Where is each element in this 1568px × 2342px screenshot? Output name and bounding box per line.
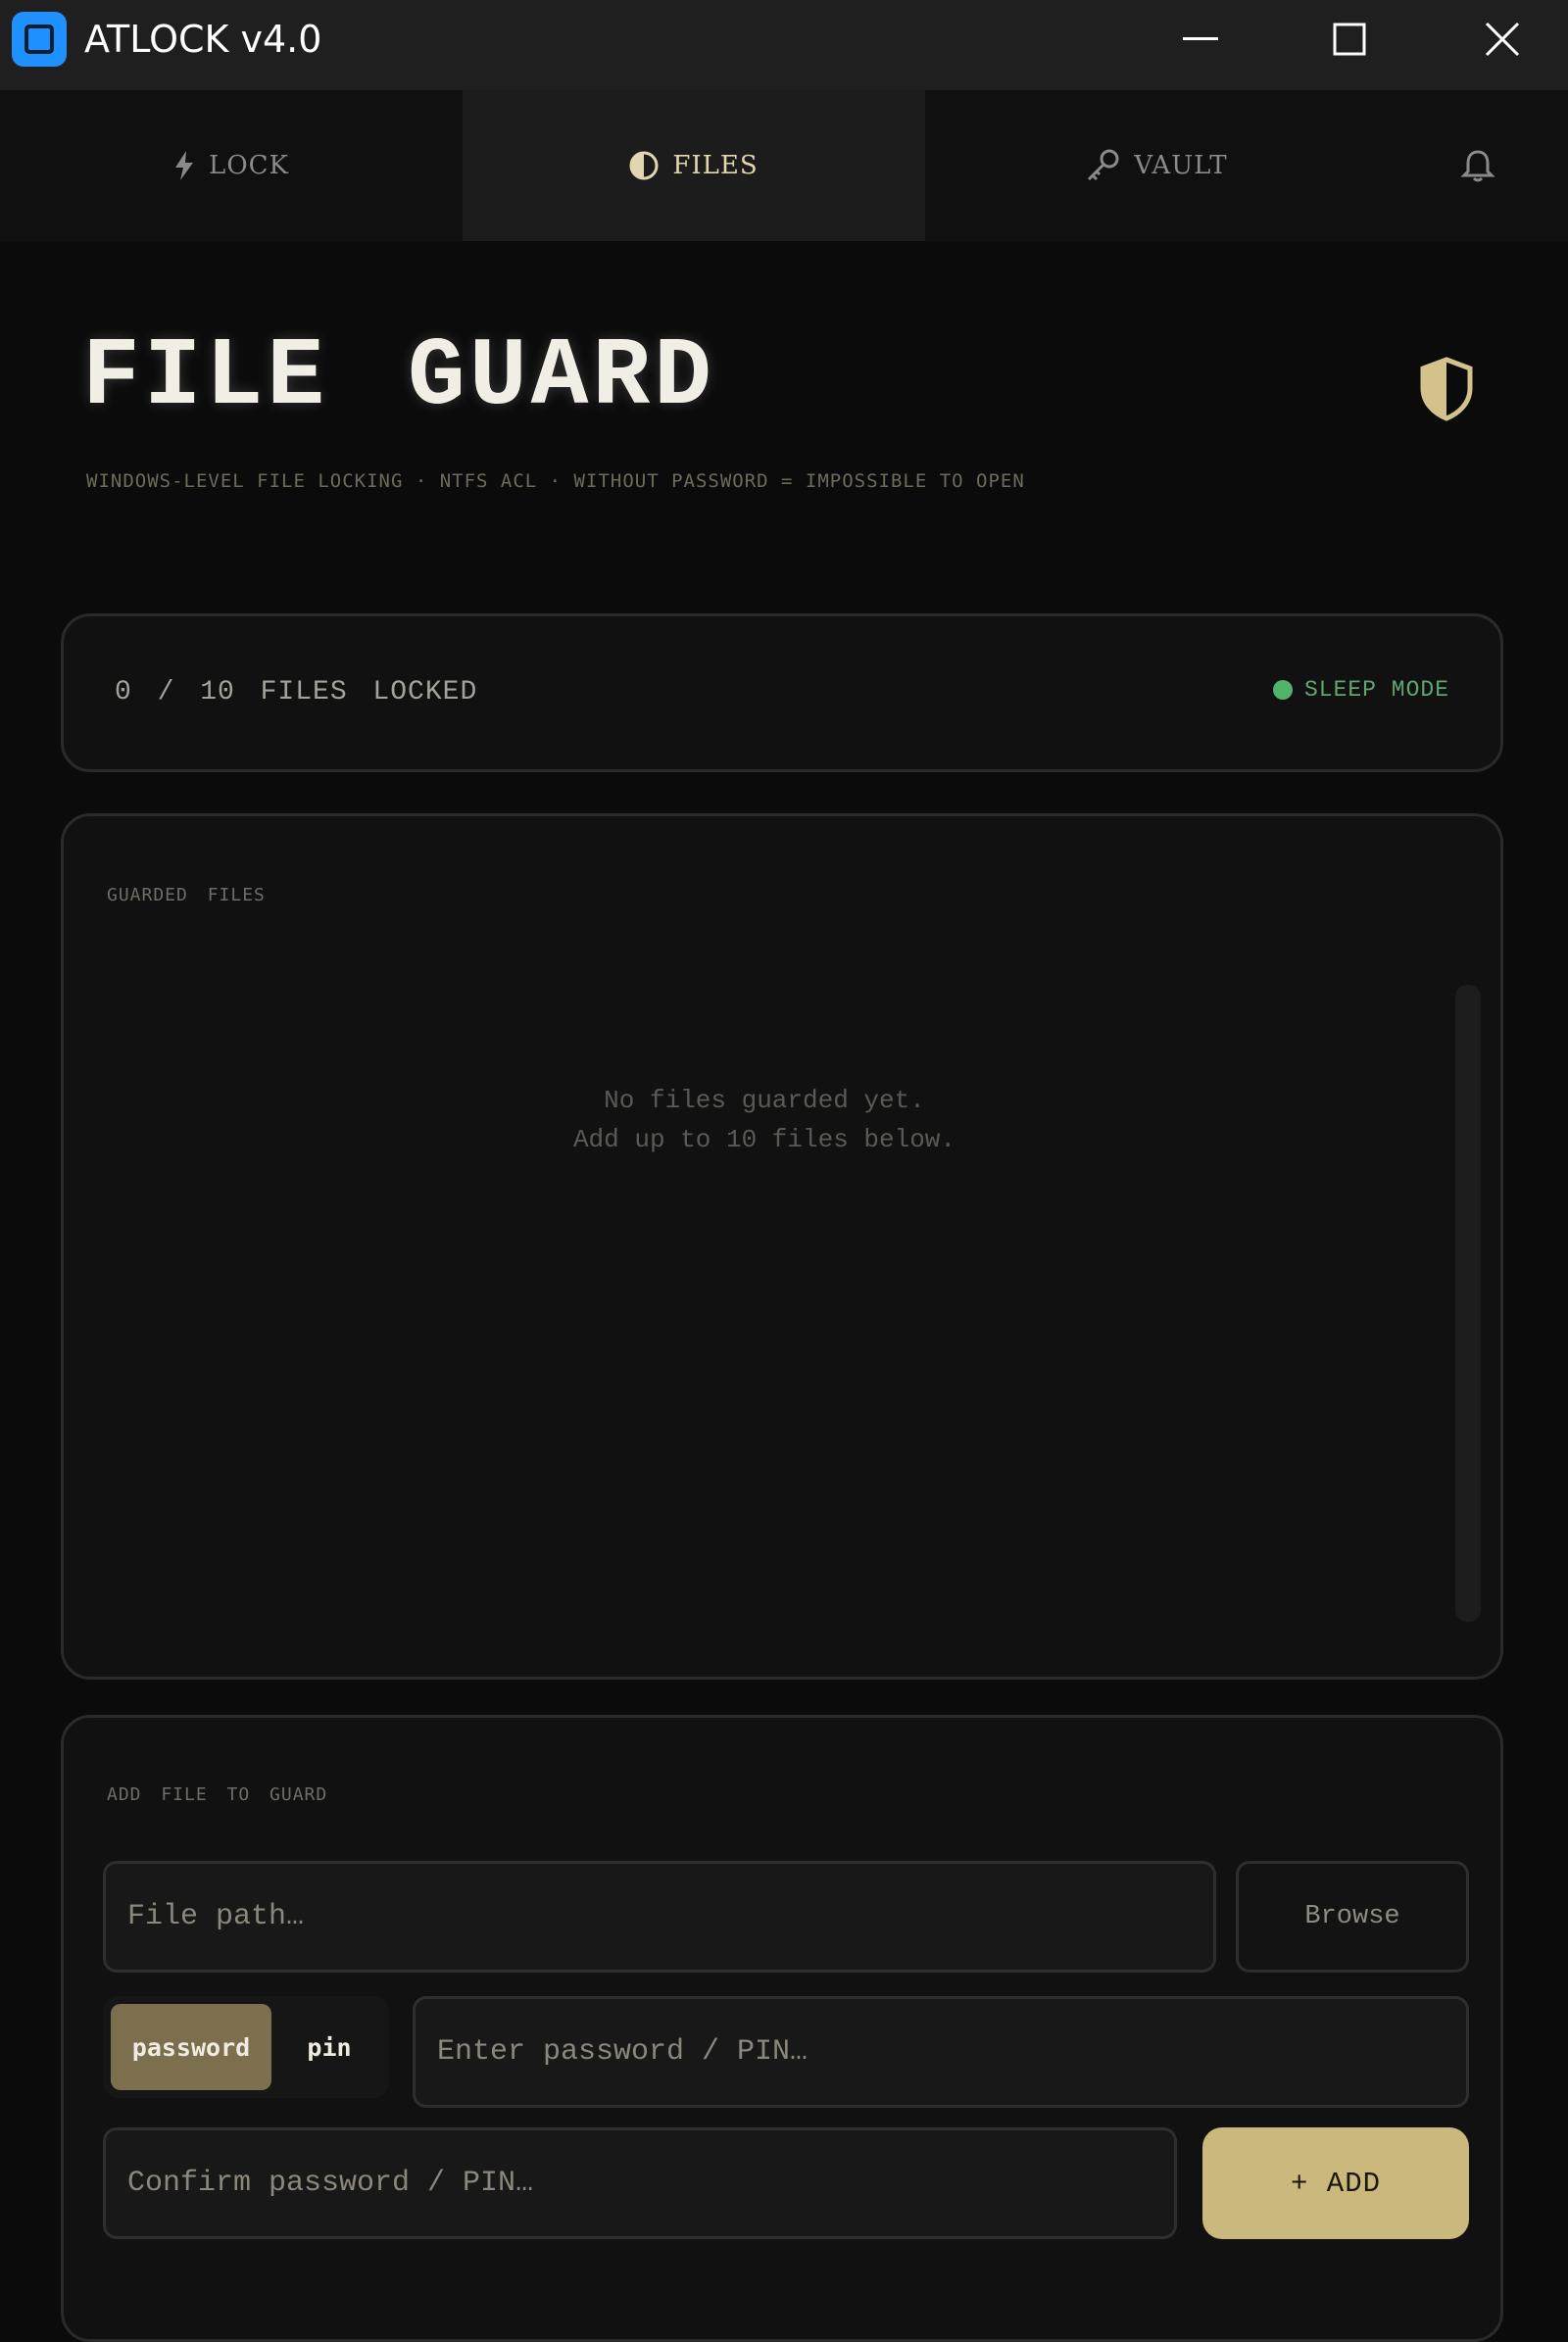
locked-count: 0 / 10 FILES LOCKED bbox=[115, 677, 478, 707]
tab-lock[interactable]: LOCK bbox=[0, 90, 463, 241]
shield-icon bbox=[1419, 357, 1474, 421]
guarded-files-panel: GUARDED FILES No files guarded yet. Add … bbox=[61, 813, 1503, 1680]
scrollbar[interactable] bbox=[1455, 985, 1481, 1622]
lightning-icon bbox=[173, 151, 195, 180]
section-label: GUARDED FILES bbox=[107, 885, 266, 905]
half-shield-icon bbox=[629, 150, 659, 181]
add-file-panel: ADD FILE TO GUARD Browse password pin + … bbox=[61, 1715, 1503, 2342]
empty-state-line: Add up to 10 files below. bbox=[572, 1125, 956, 1154]
status-label: SLEEP MODE bbox=[1303, 677, 1449, 703]
notifications-button[interactable] bbox=[1388, 90, 1568, 241]
tab-files[interactable]: FILES bbox=[463, 90, 925, 241]
status-card: 0 / 10 FILES LOCKED SLEEP MODE bbox=[61, 613, 1503, 772]
confirm-password-input[interactable] bbox=[103, 2127, 1177, 2239]
window-title: ATLOCK v4.0 bbox=[84, 18, 322, 61]
empty-state-line: No files guarded yet. bbox=[604, 1086, 925, 1115]
close-button[interactable] bbox=[1448, 0, 1556, 78]
tab-label: FILES bbox=[672, 151, 759, 180]
maximize-button[interactable] bbox=[1296, 0, 1403, 78]
maximize-icon bbox=[1333, 23, 1366, 56]
mode-option-pin[interactable]: pin bbox=[285, 2004, 373, 2090]
add-button[interactable]: + ADD bbox=[1202, 2127, 1469, 2239]
status-badge: SLEEP MODE bbox=[1272, 677, 1449, 703]
bell-icon bbox=[1460, 150, 1495, 182]
browse-button[interactable]: Browse bbox=[1236, 1861, 1469, 1973]
close-icon bbox=[1485, 22, 1520, 57]
minimize-icon bbox=[1183, 37, 1218, 40]
tab-vault[interactable]: VAULT bbox=[925, 90, 1388, 241]
title-bar: ATLOCK v4.0 bbox=[0, 0, 1568, 90]
minimize-button[interactable] bbox=[1147, 0, 1254, 78]
key-icon bbox=[1085, 148, 1120, 183]
empty-state: No files guarded yet. Add up to 10 files… bbox=[64, 1081, 1465, 1159]
status-dot-icon bbox=[1272, 680, 1293, 700]
section-label: ADD FILE TO GUARD bbox=[107, 1784, 328, 1805]
app-logo-icon bbox=[12, 12, 67, 67]
page-title: FILE GUARD bbox=[82, 323, 716, 432]
file-path-input[interactable] bbox=[103, 1861, 1216, 1973]
tab-label: LOCK bbox=[209, 151, 289, 180]
tab-label: VAULT bbox=[1134, 151, 1228, 180]
password-mode-toggle: password pin bbox=[103, 1996, 389, 2098]
mode-option-password[interactable]: password bbox=[111, 2004, 271, 2090]
page-subtitle: WINDOWS-LEVEL FILE LOCKING · NTFS ACL · … bbox=[86, 470, 1025, 492]
password-input[interactable] bbox=[413, 1996, 1469, 2108]
tab-bar: LOCK FILES VAULT bbox=[0, 90, 1568, 241]
